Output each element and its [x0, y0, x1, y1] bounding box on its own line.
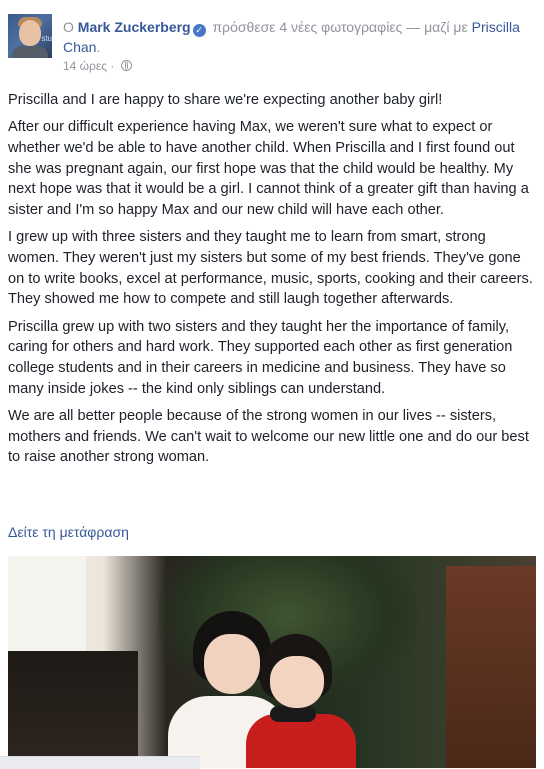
post-timestamp[interactable]: 14 ώρες · [63, 59, 132, 73]
title-suffix: . [96, 39, 101, 55]
post-paragraph: Priscilla and I are happy to share we're… [8, 92, 443, 108]
photo-child-right-body [246, 714, 356, 768]
post-paragraph: I grew up with three sisters and they ta… [8, 229, 533, 308]
photo-furniture [8, 651, 138, 768]
avatar-overlay-text: stu [41, 34, 52, 43]
avatar[interactable]: stu [8, 14, 52, 58]
post-header: stu Ο Mark Zuckerberg ✓ πρόσθεσε 4 νέες φ… [8, 8, 538, 78]
see-translation-link[interactable]: Δείτε τη μετάφραση [8, 524, 129, 540]
timestamp-text[interactable]: 14 ώρες · [63, 59, 114, 73]
avatar-shirt [12, 46, 48, 58]
bottom-bar [0, 756, 200, 769]
photo-frame [446, 566, 536, 768]
post-action-text: πρόσθεσε 4 νέες φωτογραφίες — μαζί με [208, 19, 472, 35]
post-paragraph: Priscilla grew up with two sisters and t… [8, 318, 513, 397]
avatar-face [19, 20, 41, 46]
post-paragraph: After our difficult experience having Ma… [8, 119, 529, 219]
post-title: Ο Mark Zuckerberg ✓ πρόσθεσε 4 νέες φωτογ… [63, 17, 533, 57]
photo-child-right-collar [270, 706, 316, 722]
post-photo[interactable] [8, 556, 536, 768]
verified-icon: ✓ [192, 24, 206, 37]
author-link[interactable]: Mark Zuckerberg [78, 19, 191, 35]
title-prefix: Ο [63, 19, 78, 35]
globe-icon [120, 60, 132, 71]
photo-child-left-face [204, 634, 260, 694]
post-paragraph: We are all better people because of the … [8, 407, 529, 466]
post-body: Priscilla and I are happy to share we're… [8, 90, 536, 474]
photo-child-right-face [270, 656, 324, 708]
